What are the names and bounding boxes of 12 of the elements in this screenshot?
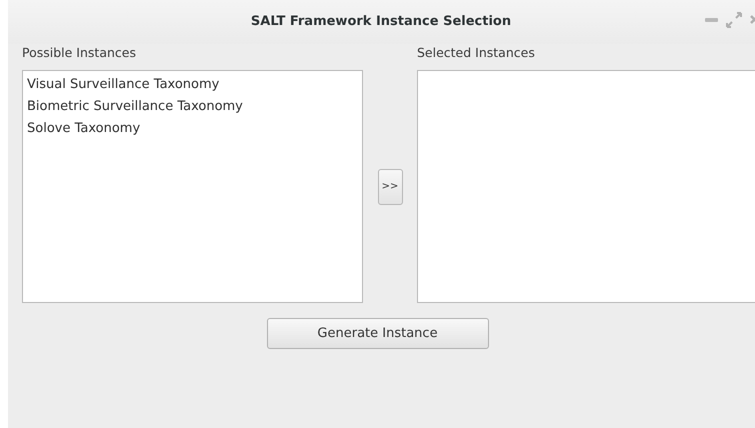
minimize-icon[interactable]	[705, 17, 718, 23]
selected-instances-list[interactable]	[417, 70, 755, 303]
list-label: Selected Instances	[417, 44, 536, 62]
list-item[interactable]: Visual Surveillance Taxonomy	[27, 76, 358, 94]
move-button[interactable]: >>	[378, 168, 402, 204]
possible-instances-list[interactable]: Visual Surveillance Taxonomy Biometric Surveillance Taxonomy Solove Taxonomy	[22, 70, 363, 303]
generate-instance-button[interactable]: Generate Instance	[266, 318, 488, 349]
list-item[interactable]: Solove Taxonomy	[27, 120, 358, 138]
maximize-icon[interactable]	[726, 12, 742, 28]
list-label: Possible Instances	[22, 44, 137, 62]
window-title: SALT Framework Instance Selection	[250, 14, 512, 28]
list-item[interactable]: Biometric Surveillance Taxonomy	[27, 98, 358, 116]
